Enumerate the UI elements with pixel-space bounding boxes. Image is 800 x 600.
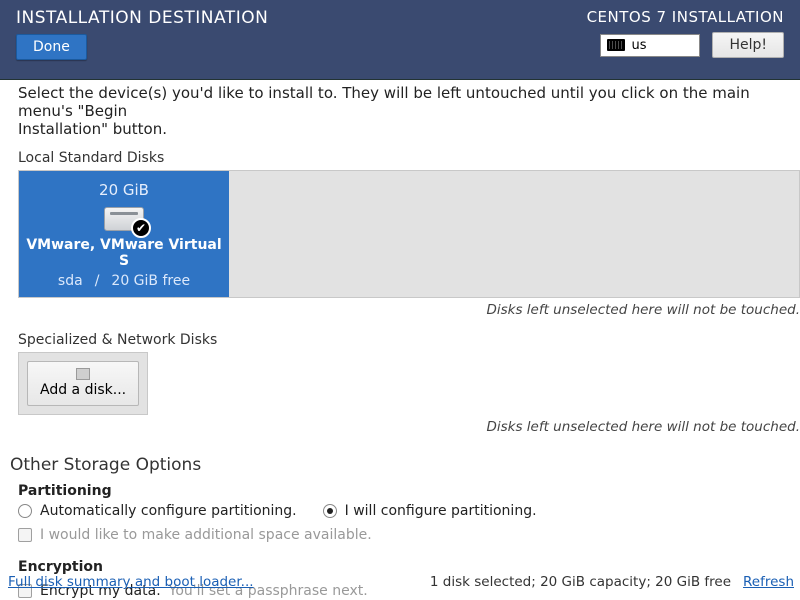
radio-indicator bbox=[18, 504, 32, 518]
page-title: INSTALLATION DESTINATION bbox=[16, 8, 268, 28]
other-options-heading: Other Storage Options bbox=[4, 445, 800, 479]
refresh-link[interactable]: Refresh bbox=[743, 574, 794, 590]
network-disks-container: Add a disk... bbox=[18, 352, 148, 415]
intro-line-1: Select the device(s) you'd like to insta… bbox=[18, 84, 750, 120]
disk-name: VMware, VMware Virtual S bbox=[25, 237, 223, 269]
header-left: INSTALLATION DESTINATION Done bbox=[16, 8, 268, 67]
selection-status: 1 disk selected; 20 GiB capacity; 20 GiB… bbox=[430, 574, 731, 590]
local-disks-heading: Local Standard Disks bbox=[4, 146, 800, 170]
installer-name: CENTOS 7 INSTALLATION bbox=[587, 8, 784, 26]
main-content: Select the device(s) you'd like to insta… bbox=[0, 80, 800, 600]
disk-add-icon bbox=[76, 368, 90, 380]
keyboard-icon bbox=[607, 39, 625, 51]
harddrive-icon: ✔ bbox=[104, 207, 144, 231]
radio-manual-partition[interactable]: I will configure partitioning. bbox=[323, 503, 537, 519]
keyboard-layout-label: us bbox=[631, 38, 646, 53]
selected-check-icon: ✔ bbox=[131, 218, 151, 238]
network-disks-heading: Specialized & Network Disks bbox=[4, 328, 800, 352]
done-button[interactable]: Done bbox=[16, 34, 87, 60]
checkbox-makespace[interactable] bbox=[18, 528, 32, 542]
add-disk-button[interactable]: Add a disk... bbox=[27, 361, 139, 406]
header-tools: us Help! bbox=[600, 32, 784, 58]
keyboard-layout-selector[interactable]: us bbox=[600, 34, 700, 57]
radio-auto-label: Automatically configure partitioning. bbox=[40, 503, 297, 519]
partitioning-heading: Partitioning bbox=[4, 479, 800, 501]
local-disks-hint: Disks left unselected here will not be t… bbox=[4, 298, 800, 328]
disk-size: 20 GiB bbox=[99, 181, 149, 199]
makespace-row: I would like to make additional space av… bbox=[4, 521, 800, 549]
footer-right: 1 disk selected; 20 GiB capacity; 20 GiB… bbox=[430, 574, 794, 590]
disk-item-sda[interactable]: 20 GiB ✔ VMware, VMware Virtual S sda / … bbox=[19, 171, 229, 297]
intro-text: Select the device(s) you'd like to insta… bbox=[4, 80, 800, 146]
disk-summary-link[interactable]: Full disk summary and boot loader... bbox=[8, 574, 254, 590]
radio-manual-label: I will configure partitioning. bbox=[345, 503, 537, 519]
help-button[interactable]: Help! bbox=[712, 32, 784, 58]
local-disks-container: 20 GiB ✔ VMware, VMware Virtual S sda / … bbox=[18, 170, 800, 298]
network-disks-hint: Disks left unselected here will not be t… bbox=[4, 415, 800, 445]
disk-sep: / bbox=[95, 273, 100, 289]
disk-subinfo: sda / 20 GiB free bbox=[58, 273, 190, 289]
header-right: CENTOS 7 INSTALLATION us Help! bbox=[587, 8, 784, 67]
intro-line-2: Installation" button. bbox=[18, 120, 167, 138]
radio-auto-partition[interactable]: Automatically configure partitioning. bbox=[18, 503, 297, 519]
footer-bar: Full disk summary and boot loader... 1 d… bbox=[0, 570, 800, 600]
add-disk-label: Add a disk... bbox=[40, 382, 126, 398]
makespace-label: I would like to make additional space av… bbox=[40, 527, 372, 543]
radio-indicator-selected bbox=[323, 504, 337, 518]
disk-free: 20 GiB free bbox=[111, 273, 190, 289]
header-bar: INSTALLATION DESTINATION Done CENTOS 7 I… bbox=[0, 0, 800, 80]
disk-dev: sda bbox=[58, 273, 83, 289]
partitioning-options: Automatically configure partitioning. I … bbox=[4, 501, 800, 521]
